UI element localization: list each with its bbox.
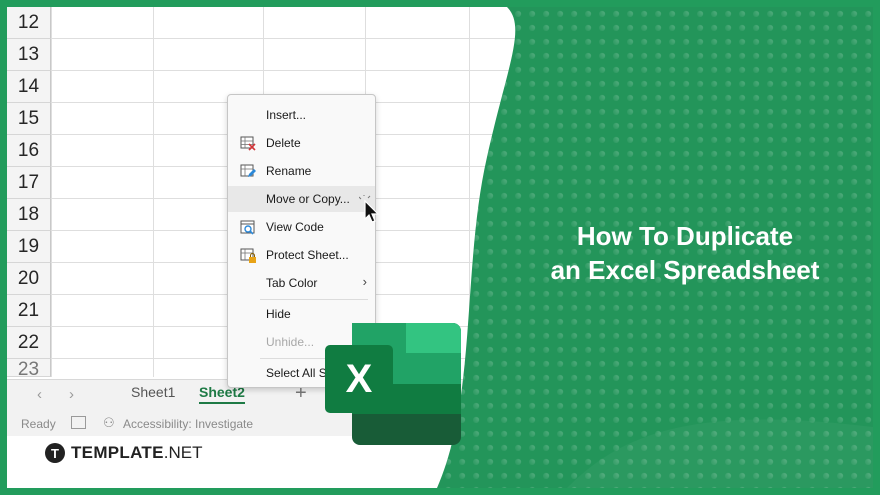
menu-item-label: Delete: [266, 136, 301, 150]
menu-item-delete[interactable]: Delete: [228, 130, 375, 156]
menu-item-label: Protect Sheet...: [266, 248, 349, 262]
excel-logo-letter: X: [346, 357, 373, 401]
menu-item-label: Tab Color: [266, 276, 318, 290]
menu-item-tab-color[interactable]: Tab Color ›: [228, 270, 375, 296]
delete-sheet-icon: [240, 136, 256, 151]
menu-item-label: Unhide...: [266, 335, 315, 349]
menu-separator: [260, 299, 368, 300]
rename-sheet-icon: [240, 164, 256, 177]
view-code-icon: [240, 220, 255, 235]
canvas: 12 13 14 15 16 17 18 19 20 21 22 23 ‹ › …: [7, 7, 873, 488]
title-line-1: How To Duplicate: [576, 221, 794, 251]
menu-item-label: Rename: [266, 164, 312, 178]
menu-item-label: Move or Copy...: [266, 192, 350, 206]
menu-item-move-or-copy[interactable]: Move or Copy...: [228, 186, 375, 212]
menu-item-protect-sheet[interactable]: Protect Sheet...: [228, 242, 375, 268]
title-line-2: an Excel Spreadsheet: [550, 255, 820, 285]
chevron-right-icon: ›: [362, 274, 367, 289]
menu-item-view-code[interactable]: View Code: [228, 214, 375, 240]
menu-item-label: Hide: [266, 307, 291, 321]
page-title: How To Duplicate an Excel Spreadsheet: [505, 219, 865, 287]
excel-logo-icon: X: [325, 323, 461, 445]
menu-item-label: Insert...: [266, 108, 307, 122]
thumbnail-frame: 12 13 14 15 16 17 18 19 20 21 22 23 ‹ › …: [0, 0, 880, 495]
menu-item-insert[interactable]: Insert...: [228, 102, 375, 128]
menu-item-rename[interactable]: Rename: [228, 158, 375, 184]
mouse-pointer-icon: [359, 195, 380, 223]
menu-item-label: View Code: [266, 220, 324, 234]
protect-sheet-icon: [240, 248, 256, 263]
